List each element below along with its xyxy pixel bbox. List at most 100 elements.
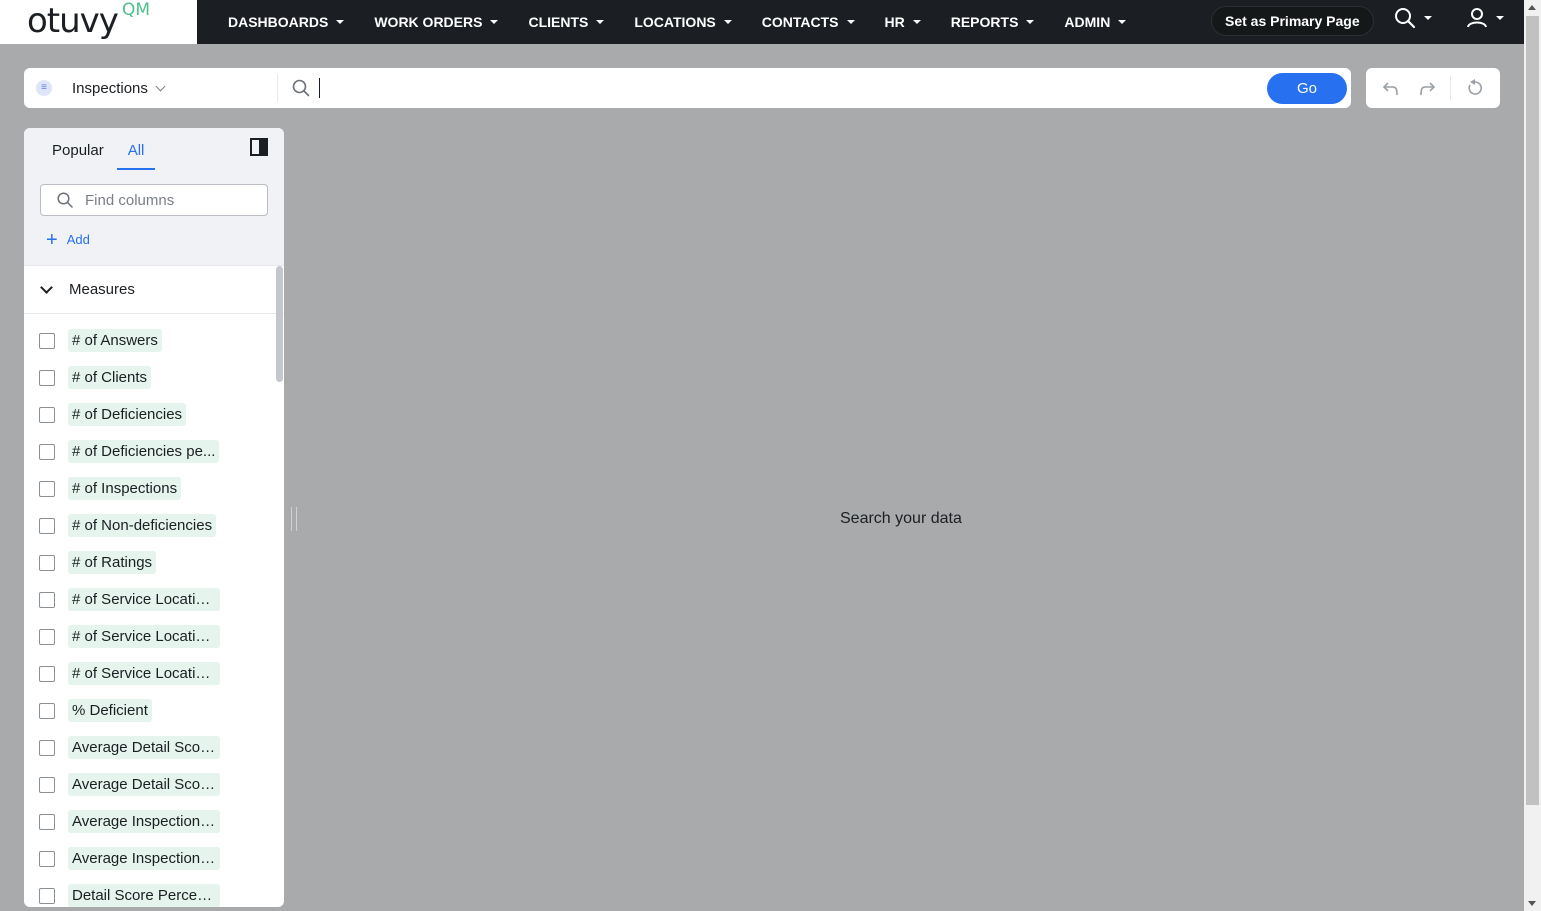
column-chip[interactable]: Average Inspection ...: [68, 847, 220, 870]
column-chip[interactable]: # of Service Locatio...: [68, 662, 220, 685]
nav-label: HR: [884, 14, 905, 30]
column-chip[interactable]: # of Deficiencies pe...: [68, 440, 220, 463]
checkbox[interactable]: [39, 776, 55, 793]
columns-panel: Popular All + Add Measures # of Answers …: [24, 128, 284, 907]
user-menu[interactable]: [1466, 7, 1504, 29]
list-item[interactable]: # of Service Locatio...: [24, 655, 284, 692]
page-scrollbar[interactable]: [1524, 0, 1541, 911]
find-columns-input[interactable]: [85, 191, 255, 209]
column-chip[interactable]: Average Detail Scor...: [68, 773, 220, 796]
scroll-down-icon[interactable]: [1528, 901, 1536, 906]
column-chip[interactable]: # of Deficiencies: [68, 403, 187, 426]
list-item[interactable]: # of Service Locations: [24, 581, 284, 618]
list-item[interactable]: # of Deficiencies: [24, 396, 284, 433]
nav-hr[interactable]: HR: [885, 14, 921, 30]
list-item[interactable]: # of Inspections: [24, 470, 284, 507]
list-item[interactable]: # of Non-deficiencies: [24, 507, 284, 544]
global-search-menu[interactable]: [1394, 7, 1432, 29]
column-chip[interactable]: # of Service Locatio...: [68, 625, 220, 648]
logo[interactable]: otuvy QM: [0, 0, 197, 44]
add-label: Add: [66, 232, 90, 247]
caret-down-icon: [490, 20, 499, 24]
checkbox[interactable]: [39, 517, 55, 534]
list-item[interactable]: # of Service Locatio...: [24, 618, 284, 655]
nav-admin[interactable]: ADMIN: [1064, 14, 1127, 30]
checkbox[interactable]: [39, 369, 55, 386]
column-chip[interactable]: # of Non-deficiencies: [68, 514, 217, 537]
list-item[interactable]: Average Inspection ...: [24, 840, 284, 877]
checkbox[interactable]: [39, 554, 55, 571]
column-chip[interactable]: Detail Score Percent...: [68, 884, 220, 907]
datasource-name: Inspections: [72, 79, 148, 97]
nav-label: DASHBOARDS: [228, 14, 329, 30]
find-columns-box: [40, 184, 268, 216]
checkbox[interactable]: [39, 702, 55, 719]
group-label: Measures: [69, 281, 135, 298]
column-chip[interactable]: # of Service Locations: [68, 588, 220, 611]
column-chip[interactable]: # of Answers: [68, 329, 162, 352]
column-chip[interactable]: % Deficient: [68, 699, 152, 722]
search-bar: ≡ Inspections Go: [24, 68, 1351, 108]
checkbox[interactable]: [39, 665, 55, 682]
chevron-down-icon: [40, 280, 53, 294]
reset-icon[interactable]: [1466, 79, 1484, 97]
checkbox[interactable]: [39, 443, 55, 460]
list-item[interactable]: Average Detail Scor...: [24, 766, 284, 803]
checkbox[interactable]: [39, 332, 55, 349]
caret-down-icon: [723, 20, 732, 24]
nav-reports[interactable]: REPORTS: [951, 14, 1035, 30]
column-chip[interactable]: # of Inspections: [68, 477, 182, 500]
undo-icon[interactable]: [1382, 79, 1400, 97]
nav-label: CLIENTS: [528, 14, 589, 30]
checkbox[interactable]: [39, 813, 55, 830]
checkbox[interactable]: [39, 628, 55, 645]
list-item[interactable]: # of Ratings: [24, 544, 284, 581]
panel-scrollbar[interactable]: [276, 266, 283, 382]
column-chip[interactable]: # of Ratings: [68, 551, 157, 574]
list-item[interactable]: % Deficient: [24, 692, 284, 729]
datasource-selector[interactable]: Inspections: [72, 79, 166, 97]
nav-label: ADMIN: [1064, 14, 1111, 30]
search-icon: [57, 192, 73, 208]
caret-down-icon: [1118, 20, 1127, 24]
nav-label: WORK ORDERS: [374, 14, 483, 30]
top-nav-bar: otuvy QM DASHBOARDS WORK ORDERS CLIENTS …: [0, 0, 1524, 44]
checkbox[interactable]: [39, 887, 55, 904]
scrollbar-thumb[interactable]: [1526, 16, 1539, 805]
checkbox[interactable]: [39, 850, 55, 867]
set-primary-page-button[interactable]: Set as Primary Page: [1211, 6, 1374, 36]
checkbox[interactable]: [39, 480, 55, 497]
column-chip[interactable]: Average Inspection ...: [68, 810, 220, 833]
column-chip[interactable]: Average Detail Scor...: [68, 736, 220, 759]
search-input[interactable]: [319, 78, 320, 98]
go-button[interactable]: Go: [1267, 73, 1347, 104]
panel-resize-handle[interactable]: [291, 507, 297, 531]
column-chip[interactable]: # of Clients: [68, 366, 152, 389]
list-item[interactable]: Average Detail Scor...: [24, 729, 284, 766]
scroll-up-icon[interactable]: [1528, 5, 1536, 10]
list-item[interactable]: Detail Score Percent...: [24, 877, 284, 907]
tab-all[interactable]: All: [116, 142, 156, 170]
caret-down-icon: [1026, 20, 1035, 24]
caret-down-icon: [1424, 16, 1432, 20]
list-item[interactable]: # of Deficiencies pe...: [24, 433, 284, 470]
nav-work-orders[interactable]: WORK ORDERS: [374, 14, 499, 30]
nav-clients[interactable]: CLIENTS: [528, 14, 605, 30]
list-item[interactable]: Average Inspection ...: [24, 803, 284, 840]
checkbox[interactable]: [39, 406, 55, 423]
main-nav: DASHBOARDS WORK ORDERS CLIENTS LOCATIONS…: [228, 0, 1156, 44]
redo-icon[interactable]: [1418, 79, 1436, 97]
add-column-button[interactable]: + Add: [46, 230, 90, 250]
collapse-panel-icon[interactable]: [250, 138, 268, 156]
checkbox[interactable]: [39, 591, 55, 608]
checkbox[interactable]: [39, 739, 55, 756]
list-item[interactable]: # of Clients: [24, 359, 284, 396]
tab-popular[interactable]: Popular: [52, 142, 104, 170]
nav-dashboards[interactable]: DASHBOARDS: [228, 14, 345, 30]
nav-contacts[interactable]: CONTACTS: [762, 14, 855, 30]
nav-label: LOCATIONS: [634, 14, 716, 30]
caret-down-icon: [912, 20, 921, 24]
group-measures[interactable]: Measures: [24, 266, 284, 314]
nav-locations[interactable]: LOCATIONS: [634, 14, 732, 30]
list-item[interactable]: # of Answers: [24, 322, 284, 359]
